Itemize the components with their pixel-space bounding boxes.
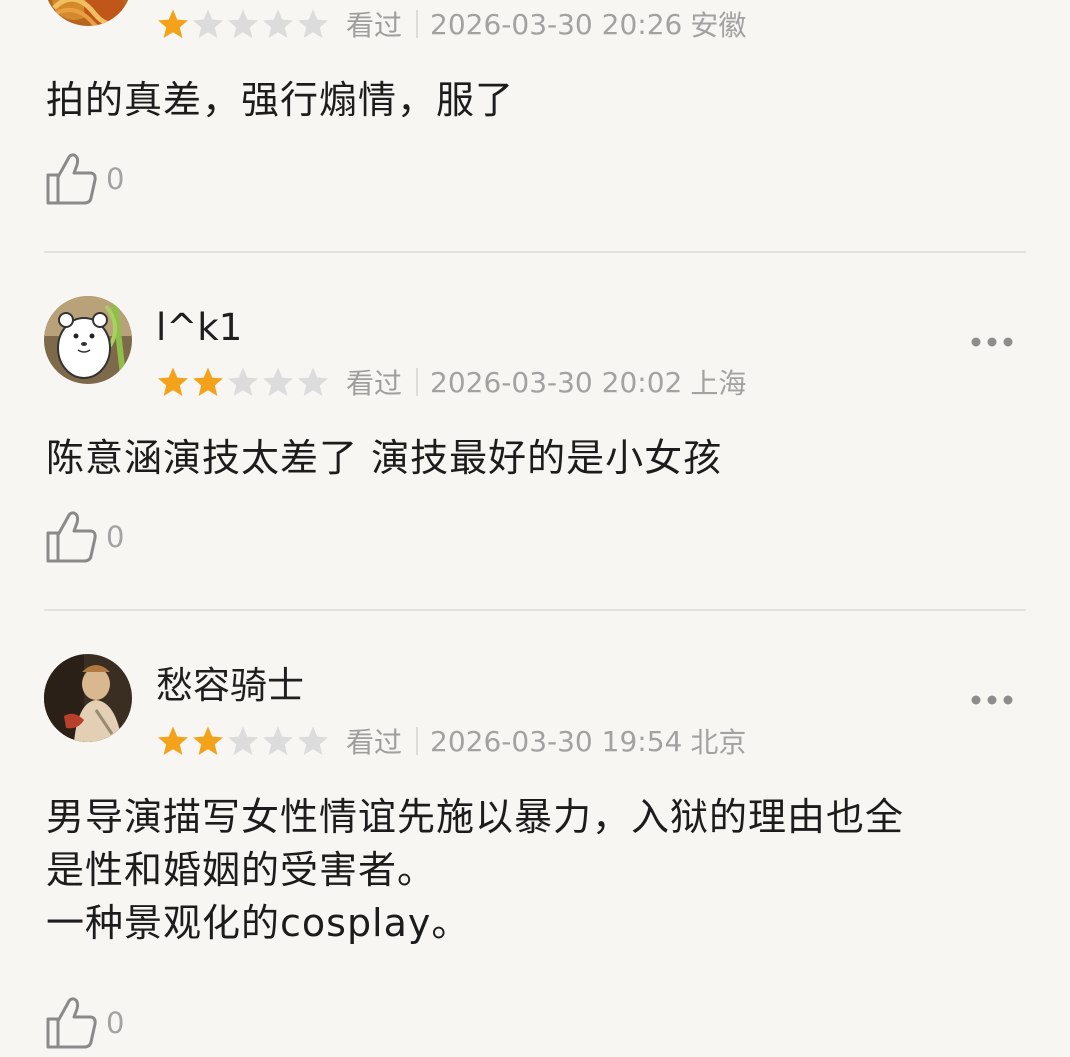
star-filled-icon <box>158 726 188 755</box>
rating-stars <box>156 366 330 398</box>
star-empty-icon <box>263 367 293 396</box>
thumbs-up-icon <box>44 151 98 207</box>
review-meta: 看过 2026-03-30 19:54 北京 <box>156 721 746 761</box>
review-content-line: 陈意涵演技太差了 演技最好的是小女孩 <box>46 436 723 480</box>
like-count: 0 <box>106 520 125 554</box>
meta-separator <box>416 10 419 38</box>
star-empty-icon <box>263 726 293 755</box>
star-empty-icon <box>228 367 258 396</box>
like-button[interactable]: 0 <box>44 509 124 565</box>
user-avatar[interactable] <box>44 654 132 742</box>
review-datetime: 2026-03-30 20:26 <box>430 7 683 41</box>
thumbs-up-icon <box>44 509 98 565</box>
review-content: 陈意涵演技太差了 演技最好的是小女孩 <box>46 432 1026 485</box>
classical-painting-avatar-icon <box>44 654 132 742</box>
star-empty-icon <box>228 9 258 38</box>
meta-separator <box>416 368 419 396</box>
more-options-button[interactable] <box>968 334 1016 350</box>
review-datetime: 2026-03-30 20:02 <box>430 365 683 399</box>
watch-status: 看过 <box>346 726 403 759</box>
star-empty-icon <box>263 9 293 38</box>
user-avatar[interactable] <box>44 0 132 26</box>
more-options-button[interactable] <box>968 692 1016 708</box>
thumbs-up-icon <box>44 995 98 1051</box>
star-filled-icon <box>158 9 188 38</box>
review-meta: 看过 2026-03-30 20:26 安徽 <box>156 4 746 44</box>
meta-separator <box>416 727 419 755</box>
rating-stars <box>156 725 330 757</box>
star-empty-icon <box>228 726 258 755</box>
rating-stars <box>156 8 330 40</box>
star-empty-icon <box>298 726 328 755</box>
review-content-line: 一种景观化的cosplay。 <box>46 901 471 945</box>
username[interactable]: 愁容骑士 <box>156 664 304 708</box>
watch-status: 看过 <box>346 9 403 42</box>
like-button[interactable]: 0 <box>44 151 124 207</box>
cartoon-weasel-avatar-icon <box>44 296 132 384</box>
review-content-line: 拍的真差，强行煽情，服了 <box>46 78 515 122</box>
star-filled-icon <box>158 367 188 396</box>
review-content: 拍的真差，强行煽情，服了 <box>46 74 1026 127</box>
username[interactable]: l^k1 <box>156 306 242 350</box>
star-empty-icon <box>298 367 328 396</box>
review-meta: 看过 2026-03-30 20:02 上海 <box>156 362 746 402</box>
more-options-icon <box>971 337 1013 347</box>
review-datetime: 2026-03-30 19:54 <box>430 724 683 758</box>
like-count: 0 <box>106 162 125 196</box>
review-location: 北京 <box>690 726 747 759</box>
more-options-icon <box>971 695 1013 705</box>
review-content: 男导演描写女性情谊先施以暴力，入狱的理由也全 是性和婚姻的受害者。 一种景观化的… <box>46 791 1026 950</box>
review-divider <box>44 251 1026 253</box>
like-button[interactable]: 0 <box>44 995 124 1051</box>
star-empty-icon <box>193 9 223 38</box>
watch-status: 看过 <box>346 367 403 400</box>
star-filled-icon <box>193 367 223 396</box>
food-photo-avatar-icon <box>44 0 132 26</box>
like-count: 0 <box>106 1006 125 1040</box>
user-avatar[interactable] <box>44 296 132 384</box>
review-content-line: 是性和婚姻的受害者。 <box>46 848 437 892</box>
review-location: 上海 <box>690 367 747 400</box>
star-empty-icon <box>298 9 328 38</box>
review-content-line: 男导演描写女性情谊先施以暴力，入狱的理由也全 <box>46 795 905 839</box>
review-divider <box>44 609 1026 611</box>
star-filled-icon <box>193 726 223 755</box>
review-location: 安徽 <box>690 9 747 42</box>
